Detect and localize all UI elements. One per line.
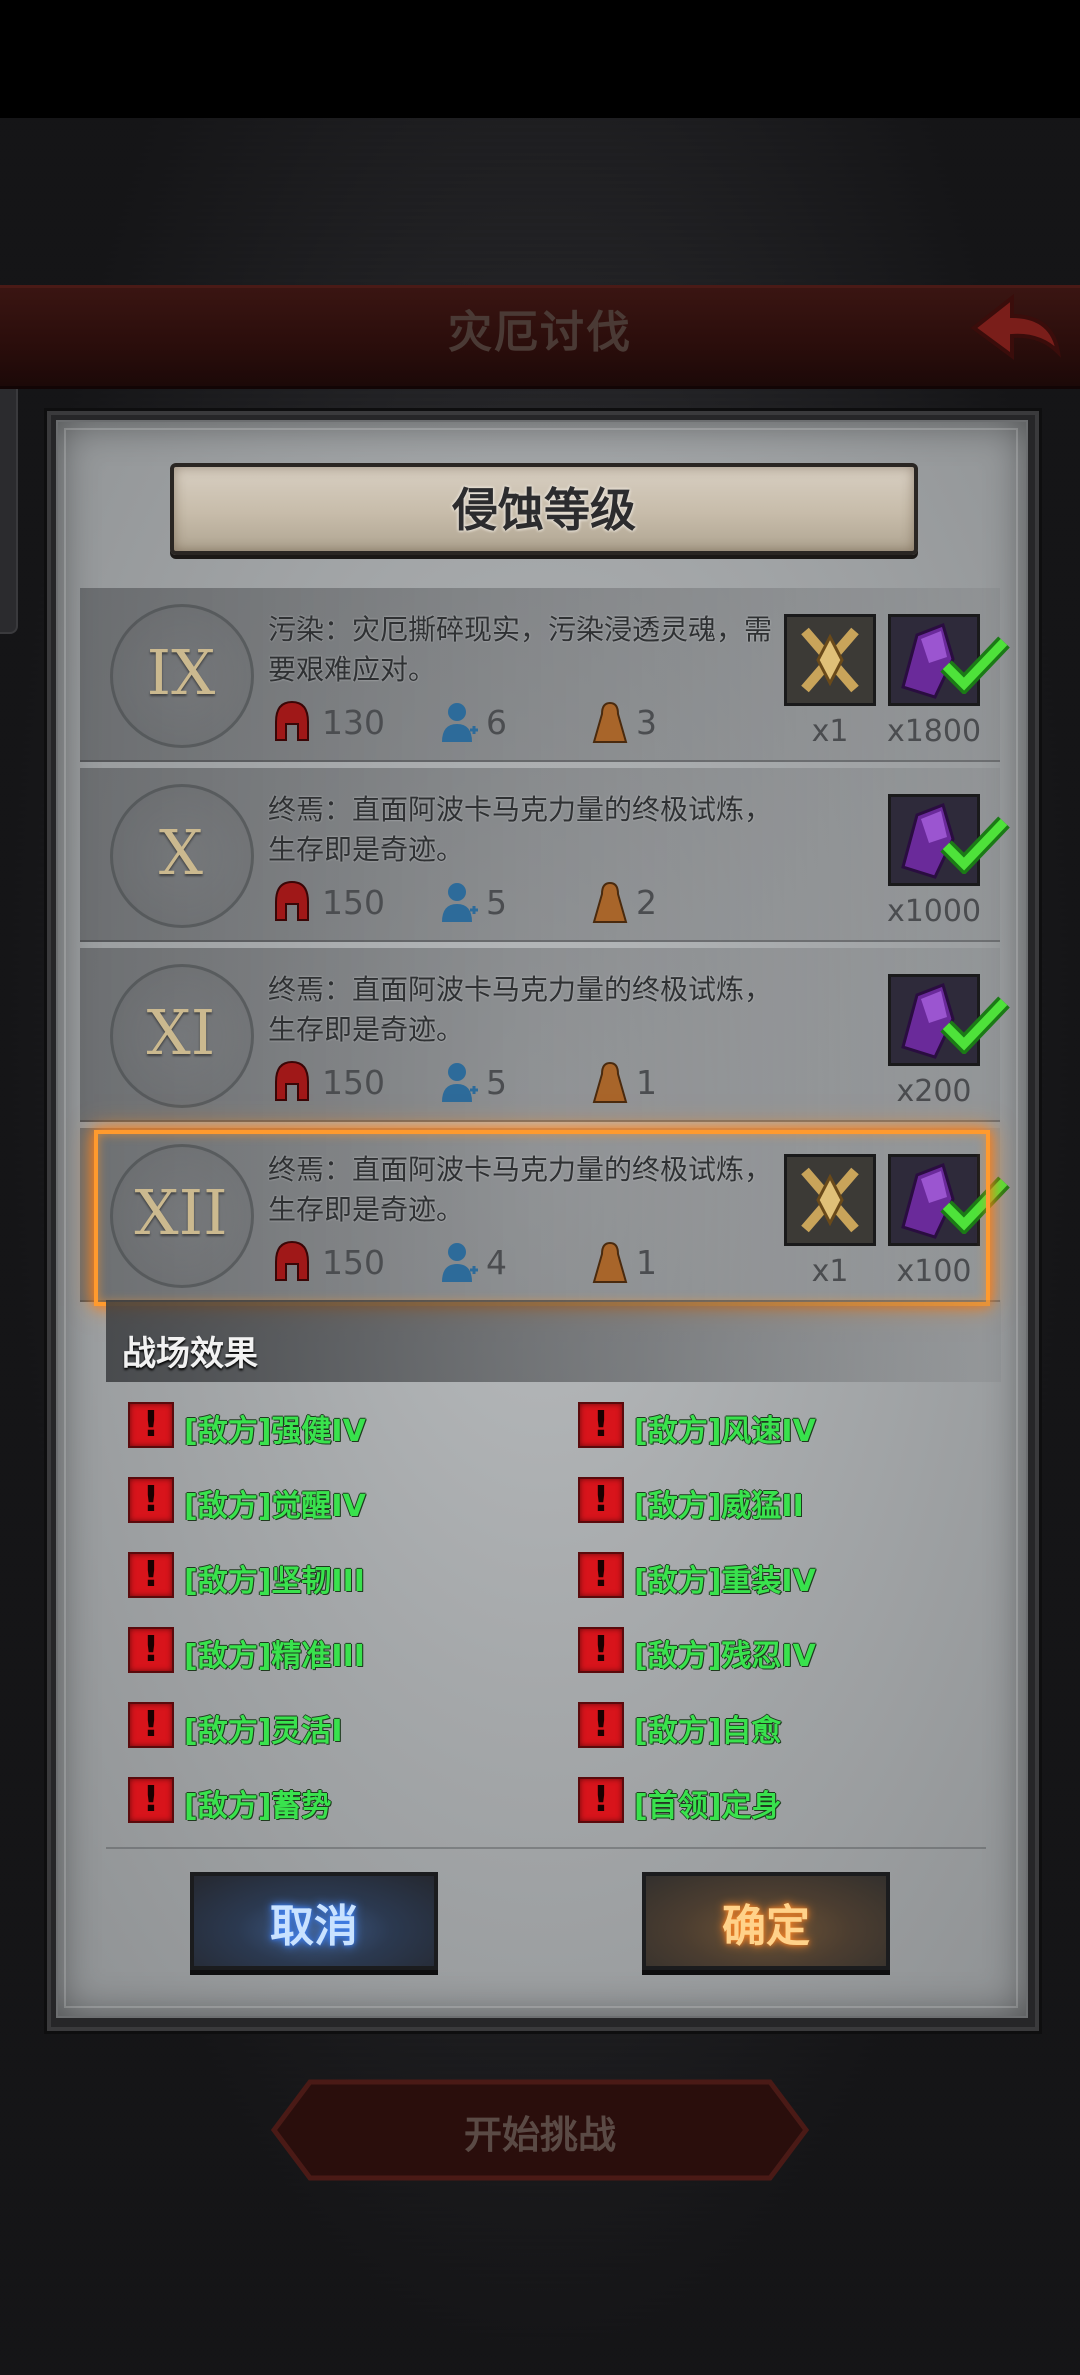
effect-label: [首领]定身	[634, 1789, 782, 1824]
helmet-icon	[275, 700, 309, 741]
dialog-title: 侵蚀等级	[452, 483, 636, 537]
warning-icon	[128, 1702, 174, 1748]
stat-players: 5	[486, 1063, 507, 1102]
effect-label: [敌方]觉醒IV	[184, 1489, 366, 1524]
effect-label: [敌方]残忍IV	[634, 1639, 816, 1674]
player-add-icon	[442, 703, 478, 742]
selected-level-highlight	[94, 1130, 990, 1306]
stat-revives: 2	[636, 883, 657, 922]
warning-icon	[578, 1777, 624, 1823]
stat-revives: 1	[636, 1063, 657, 1102]
level-description: 污染：灾厄撕碎现实，污染浸透灵魂，需要艰难应对。	[268, 613, 773, 686]
warning-icon	[128, 1477, 174, 1523]
stat-power: 130	[322, 703, 385, 742]
warning-icon	[578, 1552, 624, 1598]
check-icon	[940, 996, 1010, 1054]
check-icon	[940, 636, 1010, 694]
warning-icon	[128, 1627, 174, 1673]
level-numeral: XI	[146, 996, 216, 1069]
helmet-icon	[275, 1060, 309, 1101]
stat-players: 6	[486, 703, 507, 742]
check-icon	[940, 816, 1010, 874]
reward-count: x1800	[886, 714, 982, 749]
effect-label: [敌方]蓄势	[184, 1789, 332, 1824]
warning-icon	[578, 1702, 624, 1748]
stat-power: 150	[322, 883, 385, 922]
effect-label: [敌方]灵活I	[184, 1714, 343, 1749]
divider	[106, 1847, 986, 1849]
effect-label: [敌方]精准III	[184, 1639, 365, 1674]
effect-label: [敌方]风速IV	[634, 1414, 816, 1449]
effects-title: 战场效果	[122, 1334, 258, 1374]
start-challenge-button[interactable]: 开始挑战	[270, 2104, 810, 2159]
warning-icon	[128, 1552, 174, 1598]
cloak-icon	[592, 881, 628, 923]
stat-players: 5	[486, 883, 507, 922]
cloak-icon	[592, 1061, 628, 1103]
warning-icon	[128, 1402, 174, 1448]
effect-label: [敌方]重装IV	[634, 1564, 816, 1599]
emblem-icon[interactable]	[784, 614, 876, 706]
warning-icon	[578, 1627, 624, 1673]
stat-power: 150	[322, 1063, 385, 1102]
reward-count: x1000	[886, 894, 982, 929]
effect-label: [敌方]强健IV	[184, 1414, 366, 1449]
cloak-icon	[592, 701, 628, 743]
level-description: 终焉：直面阿波卡马克力量的终极试炼，生存即是奇迹。	[268, 793, 773, 866]
effect-label: [敌方]自愈	[634, 1714, 782, 1749]
back-arrow-icon[interactable]	[968, 290, 1064, 370]
effect-label: [敌方]威猛II	[634, 1489, 804, 1524]
level-numeral: X	[158, 816, 204, 889]
reward-count: x1	[811, 714, 849, 749]
effect-label: [敌方]坚韧III	[184, 1564, 365, 1599]
warning-icon	[578, 1402, 624, 1448]
player-add-icon	[442, 1063, 478, 1102]
level-description: 终焉：直面阿波卡马克力量的终极试炼，生存即是奇迹。	[268, 973, 773, 1046]
cancel-button-label[interactable]: 取消	[190, 1890, 438, 1954]
status-bar	[0, 0, 1080, 118]
reward-count: x200	[896, 1074, 972, 1109]
warning-icon	[128, 1777, 174, 1823]
stat-revives: 3	[636, 703, 657, 742]
page-title: 灾厄讨伐	[448, 307, 632, 358]
player-add-icon	[442, 883, 478, 922]
warning-icon	[578, 1477, 624, 1523]
level-numeral: IX	[146, 636, 216, 709]
helmet-icon	[275, 880, 309, 921]
confirm-button-label[interactable]: 确定	[642, 1890, 890, 1954]
